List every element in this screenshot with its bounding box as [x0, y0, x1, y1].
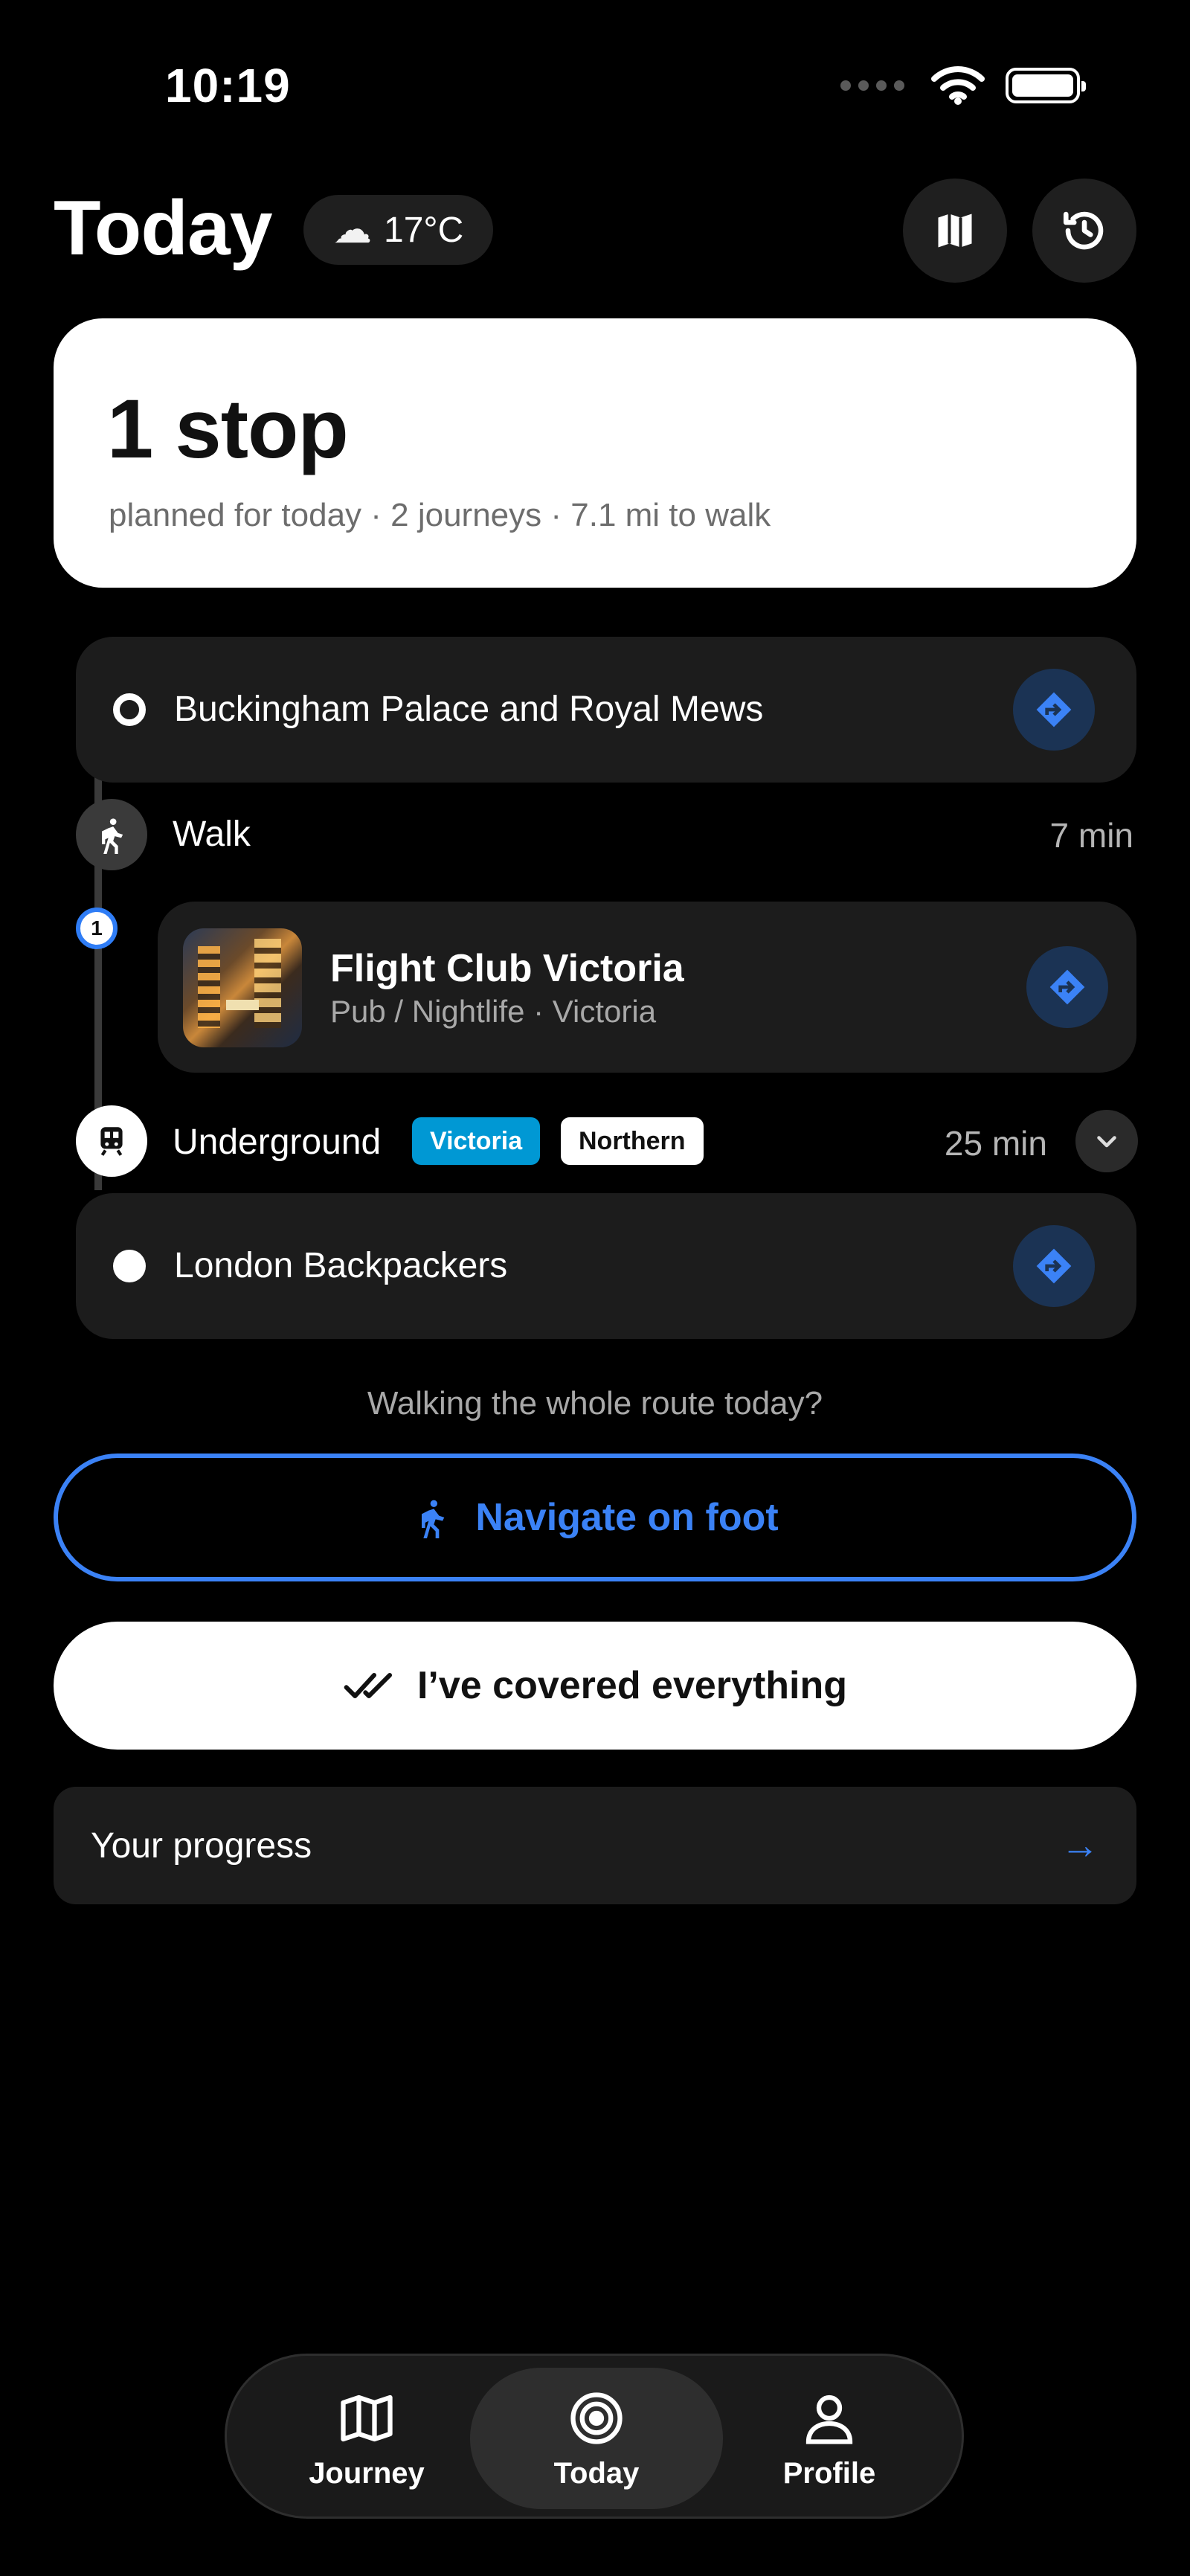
expand-leg-button[interactable] — [1075, 1110, 1138, 1172]
walk-leg-duration: 7 min — [1049, 816, 1133, 855]
start-stop-name: Buckingham Palace and Royal Mews — [174, 690, 764, 729]
line-pill-victoria: Victoria — [412, 1117, 541, 1165]
walk-icon — [76, 799, 147, 870]
tab-profile-label: Profile — [782, 2456, 876, 2490]
arrow-right-icon: → — [1061, 1824, 1099, 1867]
map-icon — [938, 213, 972, 248]
tab-today-label: Today — [553, 2456, 640, 2490]
visit-title: Flight Club Victoria — [330, 947, 684, 990]
cloud-icon: ☁ — [333, 208, 372, 251]
visit-index-badge: 1 — [76, 908, 118, 949]
tab-journey-label: Journey — [309, 2456, 425, 2490]
navigate-on-foot-button[interactable]: Navigate on foot — [54, 1454, 1136, 1581]
summary-subtitle: planned for today · 2 journeys · 7.1 mi … — [109, 497, 771, 533]
weather-chip: ☁ 17°C — [303, 195, 494, 265]
walk-leg-label: Walk — [173, 815, 251, 854]
map-icon — [341, 2394, 393, 2441]
directions-icon — [1036, 692, 1072, 727]
navigate-label: Navigate on foot — [475, 1496, 779, 1539]
status-time: 10:19 — [165, 59, 291, 112]
start-marker-icon — [113, 693, 146, 726]
wifi-icon — [931, 66, 985, 105]
map-button[interactable] — [903, 179, 1007, 283]
covered-everything-button[interactable]: I’ve covered everything — [54, 1622, 1136, 1750]
visit-directions-button[interactable] — [1026, 946, 1108, 1028]
visit-subtitle: Pub / Nightlife · Victoria — [330, 994, 657, 1029]
page-title: Today — [54, 185, 273, 272]
double-check-icon — [344, 1672, 393, 1699]
directions-icon — [1049, 969, 1085, 1005]
covered-label: I’ve covered everything — [416, 1664, 848, 1707]
target-icon — [570, 2392, 623, 2444]
visit-stop-card[interactable]: Flight Club Victoria Pub / Nightlife · V… — [158, 902, 1136, 1073]
history-icon — [1063, 211, 1104, 250]
walk-prompt: Walking the whole route today? — [367, 1385, 823, 1422]
end-directions-button[interactable] — [1013, 1225, 1095, 1307]
your-progress-row[interactable]: Your progress → — [54, 1787, 1136, 1904]
temperature-label: 17°C — [384, 210, 464, 250]
line-pill-northern: Northern — [561, 1117, 704, 1165]
venue-thumbnail — [183, 928, 302, 1047]
transit-leg-duration: 25 min — [944, 1124, 1047, 1163]
start-directions-button[interactable] — [1013, 669, 1095, 751]
tab-today[interactable]: Today — [470, 2368, 723, 2509]
underground-icon — [76, 1105, 147, 1177]
directions-icon — [1036, 1248, 1072, 1284]
tab-bar: Journey Today Profile — [225, 2354, 964, 2519]
tab-profile[interactable]: Profile — [703, 2368, 956, 2509]
tab-journey[interactable]: Journey — [240, 2368, 493, 2509]
chevron-down-icon — [1097, 1136, 1116, 1148]
status-icons — [840, 65, 1086, 106]
history-button[interactable] — [1032, 179, 1136, 283]
summary-card: 1 stop — [54, 318, 1136, 588]
walk-icon — [422, 1500, 445, 1538]
end-stop-card[interactable]: London Backpackers — [76, 1193, 1136, 1339]
person-icon — [805, 2394, 853, 2444]
start-stop-card[interactable]: Buckingham Palace and Royal Mews — [76, 637, 1136, 783]
stop-count: 1 stop — [107, 382, 349, 475]
cellular-signal-icon — [840, 80, 904, 91]
end-marker-icon — [113, 1250, 146, 1282]
progress-label: Your progress — [91, 1825, 312, 1866]
transit-leg-label: Underground — [173, 1122, 382, 1162]
battery-icon — [1006, 68, 1086, 103]
end-stop-name: London Backpackers — [174, 1246, 508, 1285]
